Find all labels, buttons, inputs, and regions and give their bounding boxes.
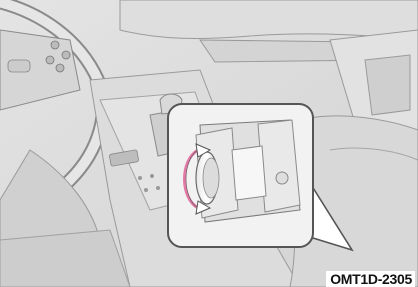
drive-mode-dial-callout bbox=[167, 103, 314, 248]
figure-code: OMT1D-2305 bbox=[326, 271, 415, 287]
car-interior-illustration bbox=[0, 0, 418, 287]
manual-figure: OMT1D-2305 bbox=[0, 0, 418, 287]
